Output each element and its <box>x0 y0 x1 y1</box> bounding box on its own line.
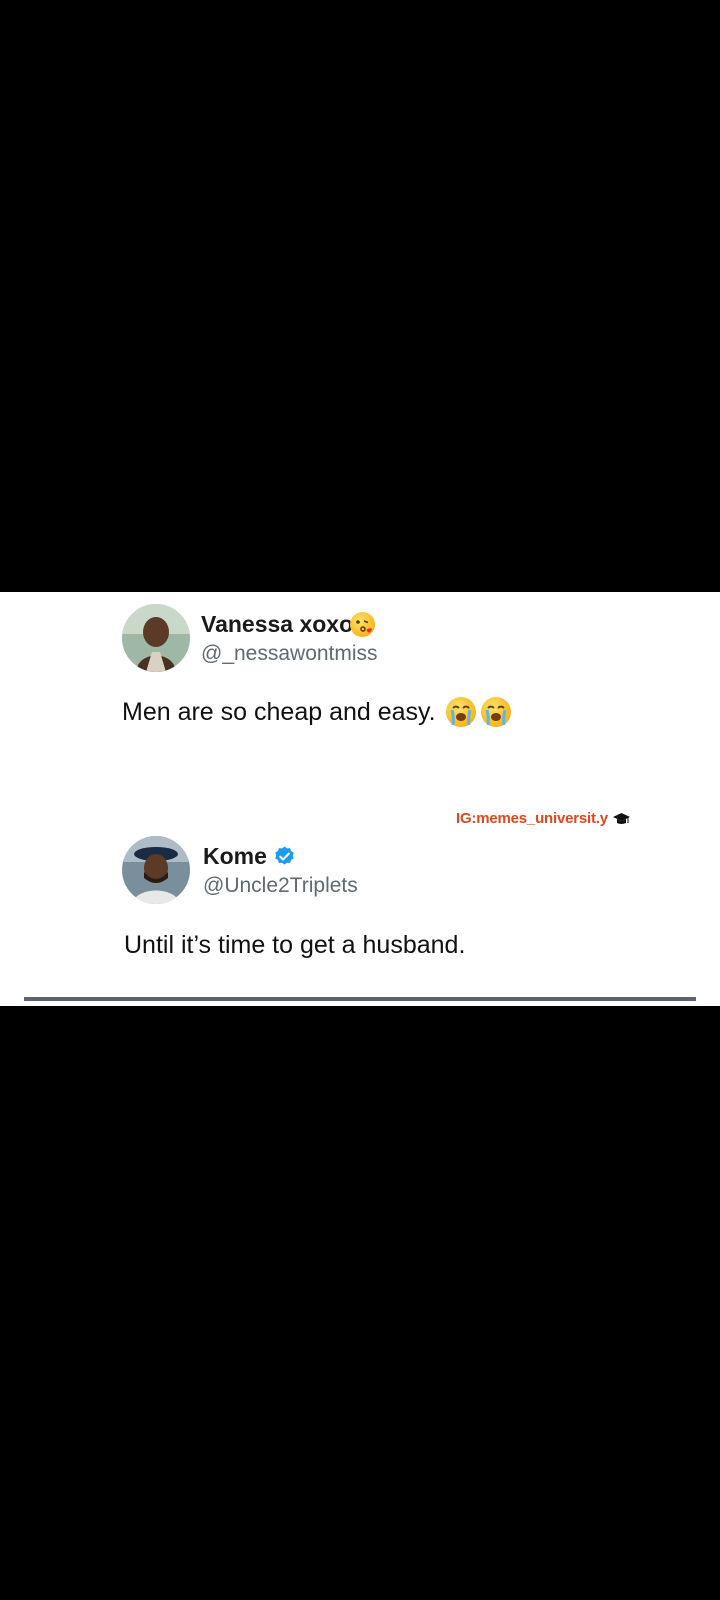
tweet1-handle[interactable]: @_nessawontmiss <box>201 642 378 666</box>
avatar-vanessa[interactable] <box>122 604 190 672</box>
tweet1-display-name[interactable]: Vanessa xoxo <box>201 611 353 638</box>
tweet2-handle[interactable]: @Uncle2Triplets <box>203 874 358 898</box>
crying-face-emoji <box>481 697 511 727</box>
tweet2-text: Until it’s time to get a husband. <box>124 931 466 959</box>
crying-face-emoji <box>446 697 476 727</box>
watermark-label: IG:memes_universit.y <box>456 810 630 827</box>
screenshot-card: Vanessa xoxo @_nessawontmiss Men are so … <box>0 592 720 1006</box>
kissing-face-emoji <box>350 612 375 637</box>
avatar-kome[interactable] <box>122 836 190 904</box>
bottom-divider <box>24 997 696 1001</box>
tweet2-display-name[interactable]: Kome <box>203 843 267 870</box>
verified-badge-icon <box>273 845 296 868</box>
graduation-cap-icon <box>612 813 630 825</box>
tweet1-text: Men are so cheap and easy. <box>122 698 436 726</box>
